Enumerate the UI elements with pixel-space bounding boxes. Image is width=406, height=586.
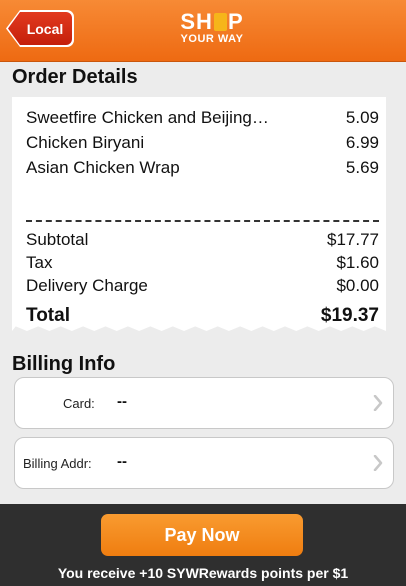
logo-text-left: SH <box>180 9 213 34</box>
item-price: 5.09 <box>345 108 379 127</box>
tax-value: $1.60 <box>336 253 379 272</box>
item-name: Asian Chicken Wrap <box>26 158 180 177</box>
dashed-divider <box>26 220 379 222</box>
tax-label: Tax <box>26 253 53 272</box>
pay-now-button[interactable]: Pay Now <box>101 514 303 556</box>
delivery-value: $0.00 <box>336 276 379 295</box>
back-button-local[interactable]: Local <box>8 12 72 45</box>
total-label: Total <box>26 305 70 326</box>
chevron-right-icon <box>373 395 383 411</box>
billing-addr-value: -- <box>117 453 127 470</box>
rewards-message: You receive +10 SYWRewards points per $1 <box>57 565 349 581</box>
subtotal-value: $17.77 <box>327 230 379 249</box>
card-value: -- <box>117 393 127 410</box>
shop-your-way-logo: SH P YOUR WAY <box>162 10 262 54</box>
chevron-right-icon <box>373 455 383 471</box>
item-name: Sweetfire Chicken and Beijing… <box>26 108 269 127</box>
order-item: Sweetfire Chicken and Beijing… 5.09 <box>26 107 379 129</box>
nav-header: Local SH P YOUR WAY <box>0 0 406 62</box>
item-name: Chicken Biryani <box>26 133 145 152</box>
card-selector-row[interactable]: Card: -- <box>14 377 394 429</box>
checkout-footer: Pay Now You receive +10 SYWRewards point… <box>0 504 406 586</box>
order-item: Chicken Biryani 6.99 <box>26 132 379 154</box>
order-details-title: Order Details <box>12 66 138 88</box>
subtotal-label: Subtotal <box>26 230 89 249</box>
delivery-label: Delivery Charge <box>26 276 148 295</box>
subtotal-row: Subtotal $17.77 <box>26 229 379 251</box>
logo-text-right: P <box>227 9 244 34</box>
item-price: 6.99 <box>345 133 379 152</box>
logo-subtext: YOUR WAY <box>180 33 244 45</box>
card-label: Card: <box>63 396 95 411</box>
billing-addr-label: Billing Addr: <box>23 456 92 471</box>
billing-address-selector-row[interactable]: Billing Addr: -- <box>14 437 394 489</box>
tax-row: Tax $1.60 <box>26 252 379 274</box>
total-row: Total $19.37 <box>26 305 379 327</box>
item-price: 5.69 <box>345 158 379 177</box>
delivery-row: Delivery Charge $0.00 <box>26 275 379 297</box>
total-value: $19.37 <box>320 305 379 326</box>
shopping-bag-icon <box>213 13 227 31</box>
order-receipt: Sweetfire Chicken and Beijing… 5.09 Chic… <box>12 97 386 331</box>
billing-info-title: Billing Info <box>12 353 116 375</box>
order-item: Asian Chicken Wrap 5.69 <box>26 157 379 179</box>
